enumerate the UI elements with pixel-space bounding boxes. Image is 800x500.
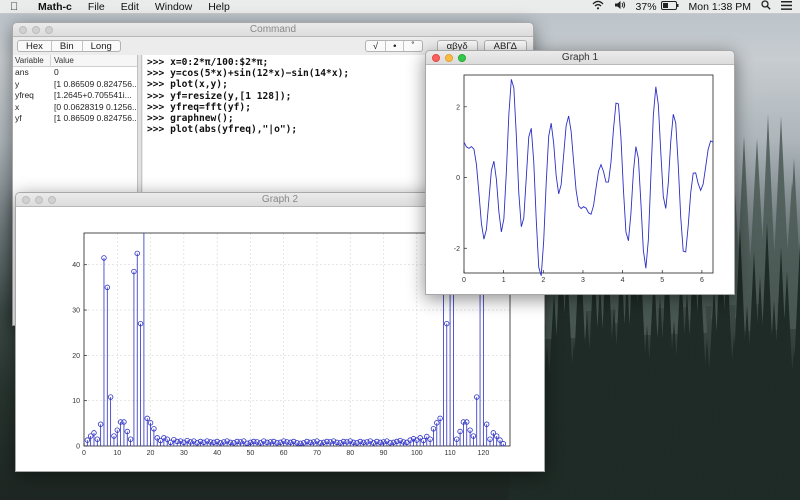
window-controls — [432, 54, 471, 62]
menu-window[interactable]: Window — [155, 1, 192, 13]
variable-column-header[interactable]: Variable — [13, 55, 51, 66]
x-tick-label: 6 — [700, 277, 704, 284]
dot-button[interactable]: • — [386, 40, 405, 52]
variable-value: 0 — [54, 67, 59, 77]
zoom-button[interactable] — [48, 196, 56, 204]
variable-name: yfreq — [15, 90, 34, 100]
close-button[interactable] — [22, 196, 30, 204]
y-tick-label: 0 — [76, 444, 80, 451]
zoom-button[interactable] — [458, 54, 466, 62]
minimize-button[interactable] — [445, 54, 453, 62]
hex-button[interactable]: Hex — [18, 40, 52, 52]
battery-percent: 37% — [635, 0, 657, 13]
close-button[interactable] — [432, 54, 440, 62]
close-button[interactable] — [19, 26, 27, 34]
table-row[interactable]: yf [1 0.86509 0.824756... — [13, 113, 137, 125]
bin-button[interactable]: Bin — [52, 40, 83, 52]
menu-edit[interactable]: Edit — [121, 1, 139, 13]
x-tick-label: 60 — [280, 450, 288, 457]
window-title: Graph 2 — [261, 194, 299, 205]
variable-value: [1 0.86509 0.824756... — [54, 78, 136, 89]
x-tick-label: 0 — [462, 277, 466, 284]
variable-name: x — [15, 101, 20, 112]
window-title: Graph 1 — [561, 52, 599, 63]
y-tick-label: -2 — [454, 246, 460, 253]
window-title: Command — [249, 24, 297, 35]
long-button[interactable]: Long — [83, 41, 120, 52]
graph1-plot-area[interactable]: 0 1 2 3 4 5 6 -2 0 2 — [426, 65, 734, 295]
x-tick-label: 110 — [445, 450, 456, 457]
x-tick-label: 90 — [380, 450, 388, 457]
zoom-button[interactable] — [45, 26, 53, 34]
symbol-buttons: √ • ˚ — [364, 39, 423, 52]
window-controls — [22, 196, 61, 204]
value-column-header[interactable]: Value — [51, 55, 74, 66]
list-icon[interactable] — [781, 0, 792, 13]
y-tick-label: 30 — [72, 308, 80, 315]
x-tick-label: 30 — [180, 450, 188, 457]
x-tick-label: 1 — [502, 277, 506, 284]
variable-value: [1.2645+0.705541i... — [54, 90, 132, 100]
variable-value: [1 0.86509 0.824756... — [54, 113, 136, 123]
variable-value: [0 0.0628319 0.1256... — [54, 101, 136, 112]
command-titlebar[interactable]: Command — [13, 23, 533, 37]
menu-file[interactable]: File — [88, 1, 105, 13]
menu-bar:  Math-c File Edit Window Help 37% Mon 1… — [0, 0, 800, 14]
variable-table-header: Variable Value — [13, 55, 137, 67]
y-tick-label: 20 — [72, 353, 80, 360]
x-tick-label: 20 — [147, 450, 155, 457]
variable-name: y — [15, 78, 20, 89]
x-tick-label: 70 — [313, 450, 321, 457]
minimize-button[interactable] — [35, 196, 43, 204]
degree-button[interactable]: ˚ — [404, 41, 421, 52]
window-controls — [19, 26, 58, 34]
graph1-titlebar[interactable]: Graph 1 — [426, 51, 734, 65]
variable-name: yf — [15, 113, 22, 123]
x-tick-label: 50 — [247, 450, 255, 457]
x-tick-label: 0 — [82, 450, 86, 457]
x-tick-label: 80 — [346, 450, 354, 457]
x-tick-label: 4 — [621, 277, 625, 284]
signal-line-chart[interactable]: 0 1 2 3 4 5 6 -2 0 2 — [426, 65, 734, 295]
x-tick-label: 2 — [541, 277, 545, 284]
data-point — [142, 217, 147, 222]
search-icon[interactable] — [761, 0, 771, 13]
x-tick-label: 10 — [113, 450, 121, 457]
base-format-buttons: Hex Bin Long — [17, 39, 121, 52]
x-tick-label: 40 — [213, 450, 221, 457]
battery-icon[interactable] — [660, 0, 679, 13]
menu-help[interactable]: Help — [208, 1, 230, 13]
x-tick-label: 3 — [581, 277, 585, 284]
plot-frame — [463, 74, 714, 274]
table-row[interactable]: yfreq [1.2645+0.705541i... — [13, 90, 137, 102]
apple-icon[interactable]:  — [10, 1, 22, 13]
clock[interactable]: Mon 1:38 PM — [689, 1, 751, 13]
variable-name: ans — [15, 67, 29, 77]
menu-app-name[interactable]: Math-c — [38, 1, 72, 13]
volume-icon[interactable] — [614, 0, 626, 13]
y-tick-label: 0 — [456, 175, 460, 182]
x-tick-label: 100 — [411, 450, 423, 457]
sqrt-button[interactable]: √ — [366, 40, 387, 52]
x-tick-label: 120 — [478, 450, 490, 457]
graph1-window: Graph 1 0 1 2 3 4 5 6 -2 0 2 — [425, 50, 735, 295]
x-tick-label: 5 — [660, 277, 664, 284]
wifi-icon[interactable] — [592, 0, 604, 13]
table-row[interactable]: x [0 0.0628319 0.1256... — [13, 102, 137, 114]
table-row[interactable]: ans 0 — [13, 67, 137, 79]
y-tick-label: 40 — [72, 262, 80, 269]
minimize-button[interactable] — [32, 26, 40, 34]
y-tick-label: 10 — [72, 398, 80, 405]
table-row[interactable]: y [1 0.86509 0.824756... — [13, 79, 137, 91]
y-tick-label: 2 — [456, 104, 460, 111]
